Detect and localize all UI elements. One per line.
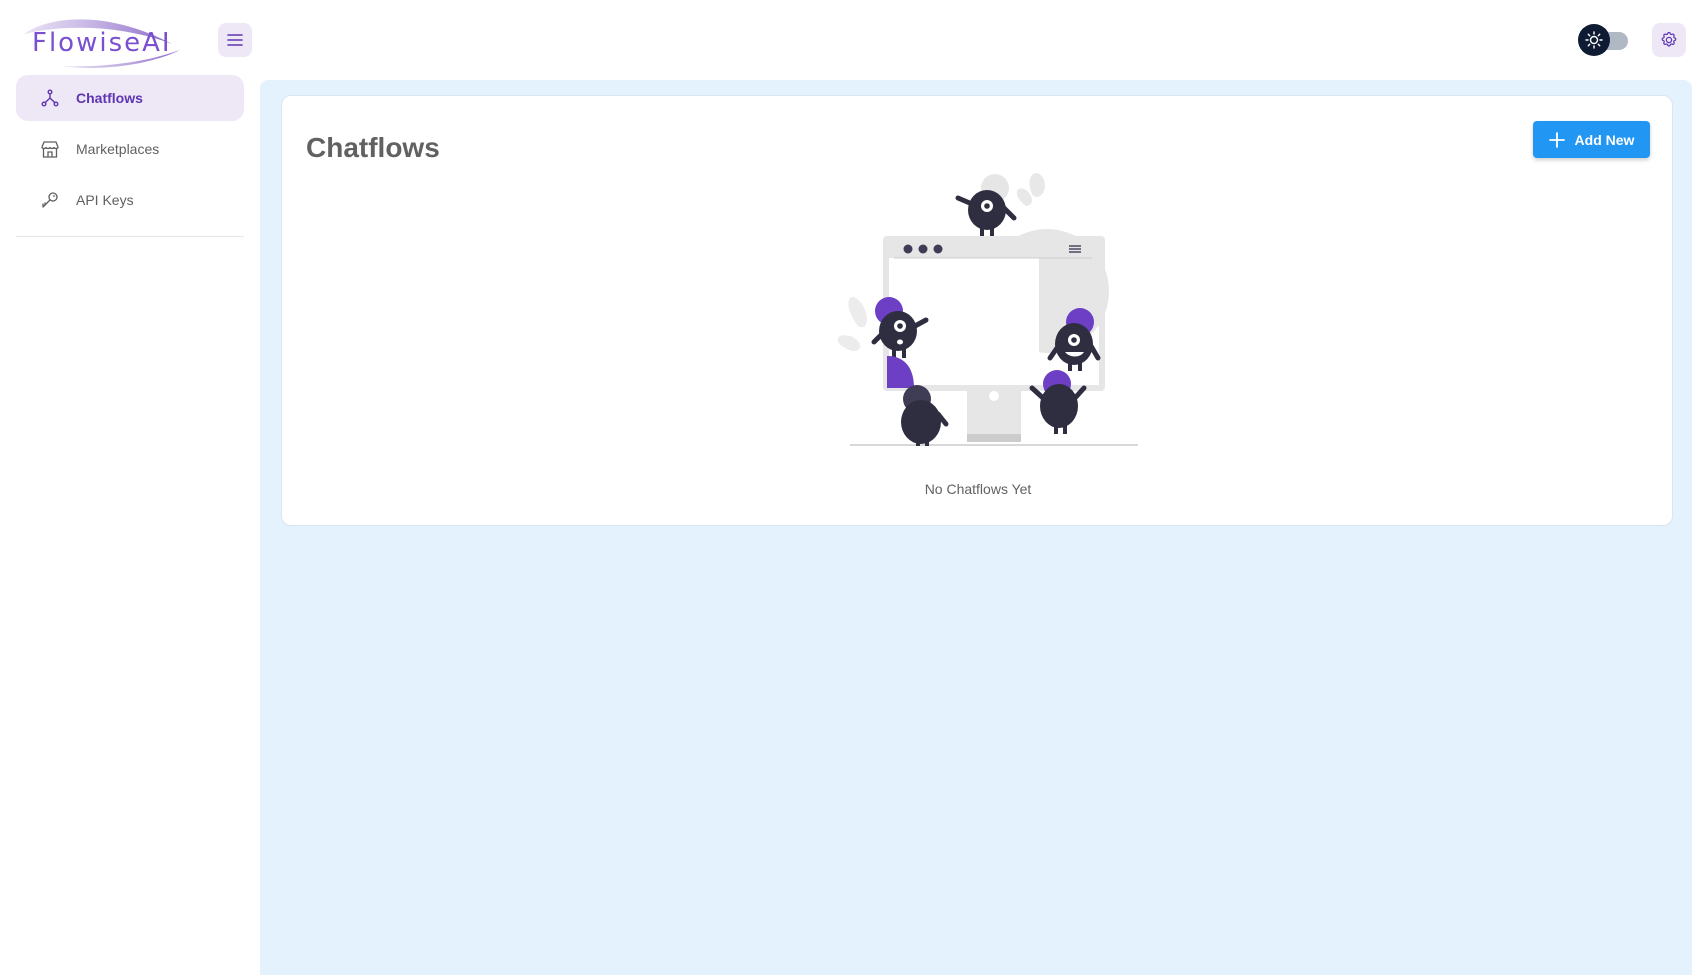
add-new-button[interactable]: Add New <box>1533 121 1650 158</box>
flowise-logo[interactable]: FlowiseAI <box>22 14 182 68</box>
chatflows-card: Chatflows Add New No Chatflows Yet <box>281 95 1673 526</box>
sidebar-item-api-keys[interactable]: API Keys <box>16 177 244 223</box>
sun-icon <box>1585 31 1603 49</box>
page-title: Chatflows <box>306 132 440 163</box>
plus-icon <box>1548 131 1565 148</box>
menu-icon <box>227 34 243 46</box>
app-root: FlowiseAI Chatflows Marketplaces API Key… <box>0 0 1708 975</box>
empty-state-illustration <box>837 172 1138 446</box>
theme-toggle-switch[interactable] <box>1578 24 1630 56</box>
add-new-label: Add New <box>1574 131 1635 148</box>
empty-state-text: No Chatflows Yet <box>924 481 1032 497</box>
top-header: FlowiseAI <box>0 0 1708 80</box>
main-content: Chatflows Add New No Chatflows Yet <box>260 80 1692 975</box>
theme-toggle-thumb <box>1578 24 1610 56</box>
building-store-icon <box>41 141 59 158</box>
sidebar-item-label: Marketplaces <box>76 141 160 157</box>
sidebar-item-chatflows[interactable]: Chatflows <box>16 75 244 121</box>
key-icon <box>42 192 58 208</box>
hierarchy-icon <box>41 89 59 107</box>
gear-icon <box>1661 31 1677 47</box>
settings-button[interactable] <box>1652 23 1686 57</box>
sidebar-item-label: API Keys <box>76 192 134 208</box>
sidebar-item-label: Chatflows <box>76 90 143 106</box>
sidebar-divider <box>16 236 244 237</box>
menu-toggle-button[interactable] <box>218 23 252 57</box>
logo-text: FlowiseAI <box>32 28 172 58</box>
sidebar-item-marketplaces[interactable]: Marketplaces <box>16 126 244 172</box>
sidebar: Chatflows Marketplaces API Keys <box>0 75 260 975</box>
